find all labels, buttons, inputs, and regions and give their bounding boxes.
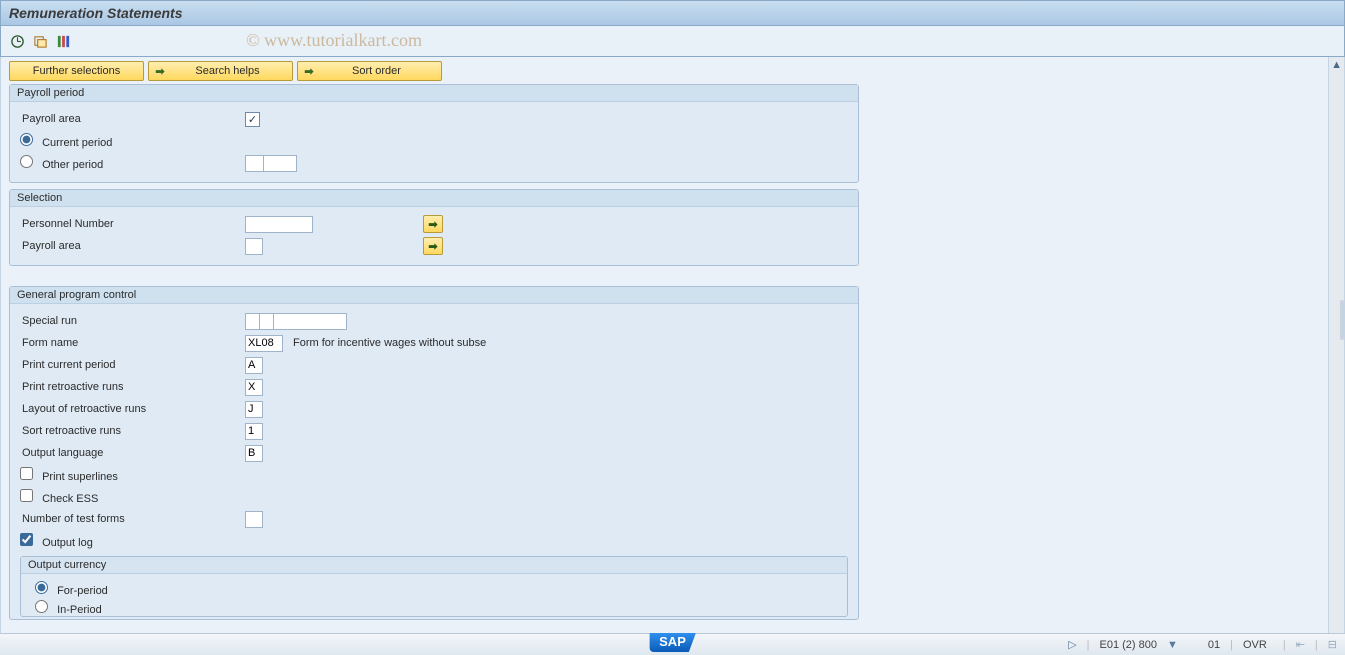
button-label: Search helps <box>167 65 288 77</box>
status-triangle-icon[interactable]: ▷ <box>1068 638 1076 651</box>
status-client: 01 <box>1208 639 1220 651</box>
status-close-icon[interactable]: ⊟ <box>1328 638 1337 651</box>
multiple-selection-button[interactable]: ➡ <box>423 215 443 233</box>
application-toolbar: © www.tutorialkart.com <box>0 26 1345 57</box>
for-period-label: For-period <box>57 585 108 597</box>
print-retro-input[interactable] <box>245 379 263 396</box>
arrow-right-icon: ➡ <box>153 65 167 78</box>
check-ess-row[interactable]: Check ESS <box>20 489 98 505</box>
search-helps-button[interactable]: ➡ Search helps <box>148 61 293 81</box>
current-period-radio-row[interactable]: Current period <box>20 133 245 149</box>
status-system: E01 (2) 800 <box>1100 639 1157 651</box>
num-test-forms-label: Number of test forms <box>20 513 245 525</box>
selection-button-row: Further selections ➡ Search helps ➡ Sort… <box>9 61 1324 81</box>
special-run-input-1[interactable] <box>245 313 260 330</box>
payroll-area-label: Payroll area <box>20 113 245 125</box>
button-label: Sort order <box>316 65 437 77</box>
button-label: Further selections <box>14 65 139 77</box>
sort-retro-input[interactable] <box>245 423 263 440</box>
other-period-label: Other period <box>42 159 103 171</box>
check-ess-checkbox[interactable] <box>20 489 33 502</box>
print-superlines-checkbox[interactable] <box>20 467 33 480</box>
special-run-label: Special run <box>20 315 245 327</box>
for-period-radio-row[interactable]: For-period <box>35 581 108 597</box>
selection-group: Selection Personnel Number ➡ Payroll are… <box>9 189 859 266</box>
layout-retro-input[interactable] <box>245 401 263 418</box>
title-bar: Remuneration Statements <box>0 0 1345 26</box>
in-period-label: In-Period <box>57 604 102 616</box>
sap-logo: SAP <box>649 633 696 652</box>
other-period-radio[interactable] <box>20 155 33 168</box>
print-current-input[interactable] <box>245 357 263 374</box>
group-title: Output currency <box>21 557 847 574</box>
multiple-selection-button[interactable]: ➡ <box>423 237 443 255</box>
get-variant-icon[interactable] <box>32 33 48 49</box>
main-content: Further selections ➡ Search helps ➡ Sort… <box>0 57 1329 655</box>
output-lang-input[interactable] <box>245 445 263 462</box>
print-current-label: Print current period <box>20 359 245 371</box>
sort-retro-label: Sort retroactive runs <box>20 425 245 437</box>
special-run-input-2[interactable] <box>259 313 274 330</box>
form-name-label: Form name <box>20 337 245 349</box>
status-mode: OVR <box>1243 639 1267 651</box>
print-superlines-row[interactable]: Print superlines <box>20 467 118 483</box>
page-title: Remuneration Statements <box>9 5 182 21</box>
scroll-up-icon[interactable]: ▲ <box>1332 60 1342 70</box>
output-lang-label: Output language <box>20 447 245 459</box>
payroll-period-group: Payroll period Payroll area ✓ Current pe… <box>9 84 859 183</box>
output-log-row[interactable]: Output log <box>20 533 93 549</box>
arrow-right-icon: ➡ <box>302 65 316 78</box>
execute-icon[interactable] <box>9 33 25 49</box>
in-period-radio-row[interactable]: In-Period <box>35 600 102 616</box>
layout-retro-label: Layout of retroactive runs <box>20 403 245 415</box>
current-period-radio[interactable] <box>20 133 33 146</box>
check-ess-label: Check ESS <box>42 493 98 505</box>
payroll-area-sel-label: Payroll area <box>20 240 245 252</box>
payroll-area-input[interactable] <box>245 238 263 255</box>
personnel-number-input[interactable] <box>245 216 313 233</box>
sort-order-button[interactable]: ➡ Sort order <box>297 61 442 81</box>
print-superlines-label: Print superlines <box>42 471 118 483</box>
group-title: Payroll period <box>10 85 858 102</box>
payroll-area-checkbox[interactable]: ✓ <box>245 112 260 127</box>
other-period-input-2[interactable] <box>263 155 297 172</box>
selection-options-icon[interactable] <box>55 33 71 49</box>
special-run-input-3[interactable] <box>273 313 347 330</box>
for-period-radio[interactable] <box>35 581 48 594</box>
other-period-input-1[interactable] <box>245 155 264 172</box>
status-nav-icon[interactable]: ⇤ <box>1296 638 1305 651</box>
general-program-control-group: General program control Special run Form… <box>9 286 859 620</box>
form-name-description: Form for incentive wages without subse <box>293 337 486 349</box>
output-currency-group: Output currency For-period In-Period <box>20 556 848 617</box>
group-title: General program control <box>10 287 858 304</box>
status-bar: SAP ▷ | E01 (2) 800 ▼ 01 | OVR | ⇤ | ⊟ <box>0 633 1345 655</box>
scroll-handle[interactable] <box>1340 300 1344 340</box>
group-title: Selection <box>10 190 858 207</box>
vertical-scrollbar[interactable]: ▲ ▼ <box>1329 57 1345 655</box>
num-test-forms-input[interactable] <box>245 511 263 528</box>
further-selections-button[interactable]: Further selections <box>9 61 144 81</box>
personnel-number-label: Personnel Number <box>20 218 245 230</box>
output-log-checkbox[interactable] <box>20 533 33 546</box>
print-retro-label: Print retroactive runs <box>20 381 245 393</box>
current-period-label: Current period <box>42 137 112 149</box>
watermark-text: © www.tutorialkart.com <box>246 30 422 51</box>
other-period-radio-row[interactable]: Other period <box>20 155 245 171</box>
form-name-input[interactable] <box>245 335 283 352</box>
output-log-label: Output log <box>42 537 93 549</box>
in-period-radio[interactable] <box>35 600 48 613</box>
